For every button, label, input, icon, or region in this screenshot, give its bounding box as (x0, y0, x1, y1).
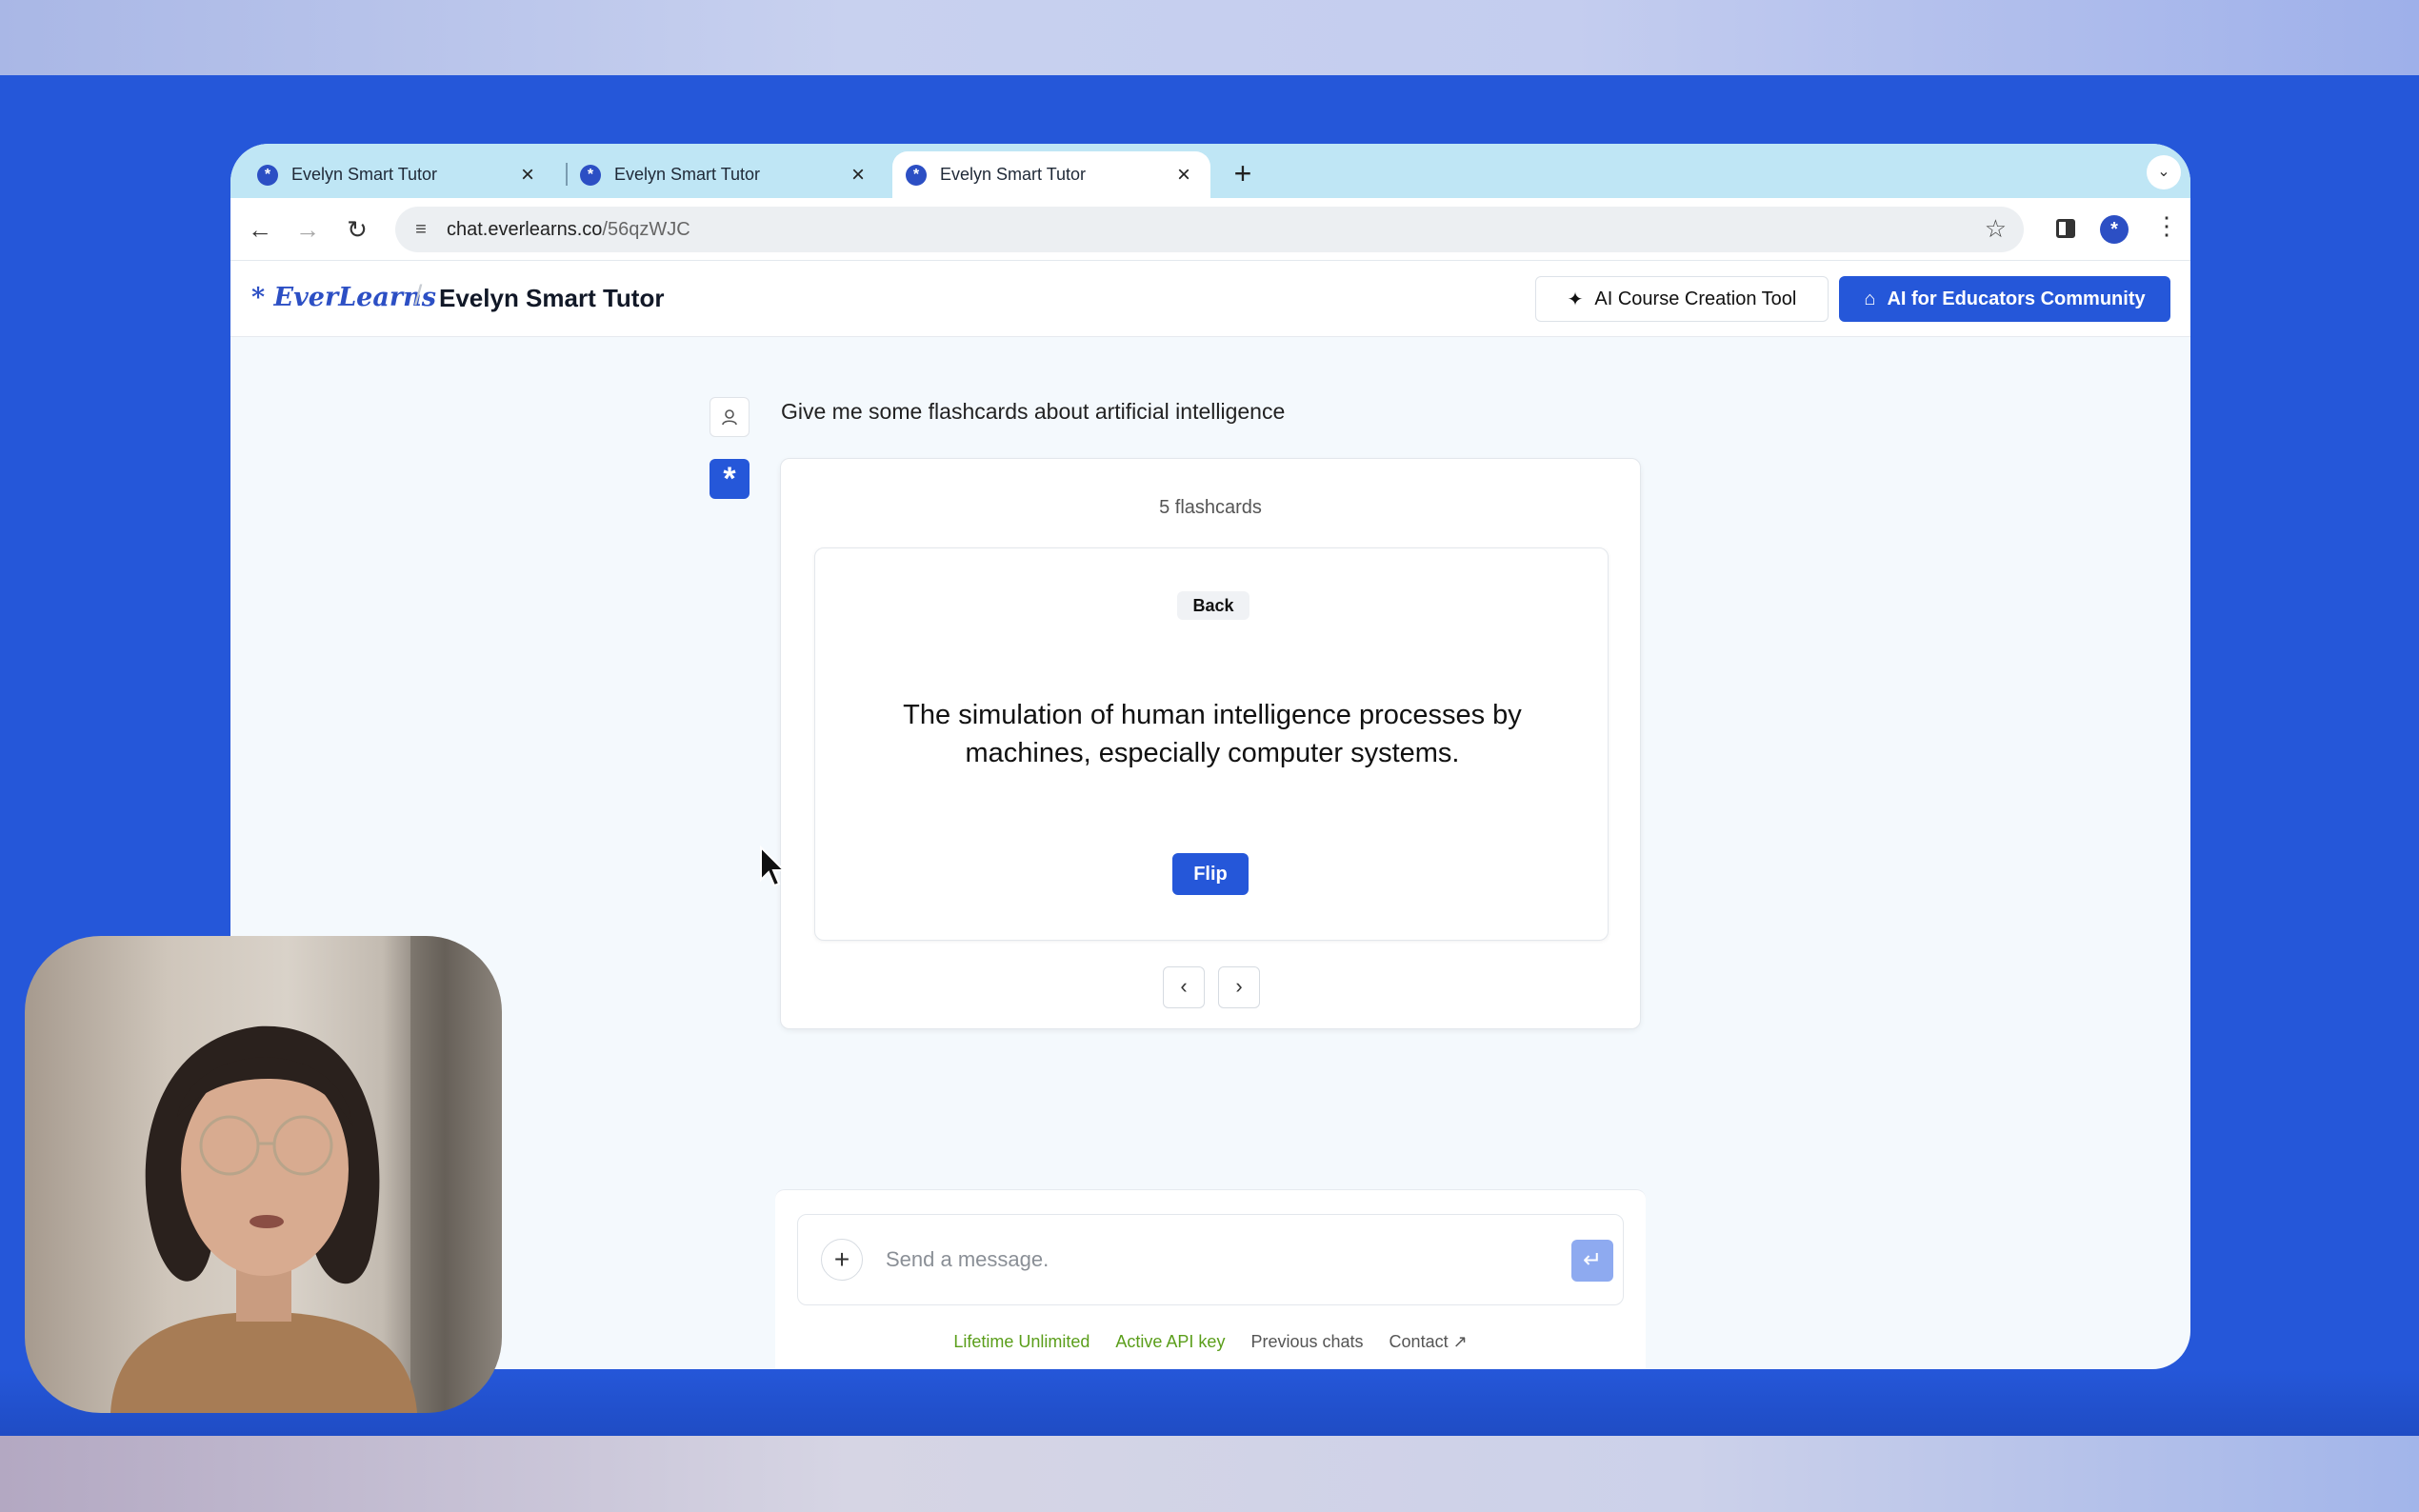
presenter-video-image (110, 936, 502, 1413)
browser-window: * Evelyn Smart Tutor × * Evelyn Smart Tu… (230, 144, 2190, 1369)
composer-box: + ↵ (797, 1214, 1624, 1305)
previous-chats-link[interactable]: Previous chats (1250, 1332, 1363, 1351)
magic-wand-icon: ✦ (1567, 288, 1584, 310)
flashcard-side-badge: Back (1177, 591, 1249, 620)
button-label: AI for Educators Community (1887, 288, 2146, 309)
flip-button[interactable]: Flip (1172, 853, 1249, 895)
user-avatar (710, 397, 750, 437)
button-label: AI Course Creation Tool (1594, 288, 1797, 309)
assistant-avatar-icon: * (710, 459, 750, 499)
tab-search-chevron-icon[interactable]: ⌄ (2147, 155, 2181, 189)
next-card-chevron-right-icon[interactable]: › (1218, 966, 1260, 1008)
mouse-pointer-icon (760, 846, 787, 887)
webcam-overlay (25, 936, 502, 1413)
everlearns-favicon-icon: * (580, 164, 601, 186)
forward-arrow-icon[interactable]: → (290, 211, 326, 248)
message-composer: + ↵ Lifetime Unlimited Active API key Pr… (775, 1189, 1646, 1369)
new-tab-button[interactable]: + (1226, 156, 1260, 190)
close-tab-icon[interactable]: × (1172, 163, 1195, 187)
browser-toolbar: ← → ↻ ≡ chat.everlearns.co/56qzWJC ☆ * ⋮ (230, 198, 2190, 261)
flashcard[interactable]: Back The simulation of human intelligenc… (814, 547, 1609, 941)
home-icon: ⌂ (1864, 288, 1876, 309)
tab-strip: * Evelyn Smart Tutor × * Evelyn Smart Tu… (230, 144, 2190, 198)
browser-tab-1[interactable]: * Evelyn Smart Tutor × (230, 151, 554, 198)
tab-title: Evelyn Smart Tutor (614, 165, 761, 184)
contact-link[interactable]: Contact ↗ (1389, 1332, 1468, 1351)
bookmark-star-icon[interactable]: ☆ (1985, 214, 2007, 244)
side-panel-icon[interactable] (2056, 219, 2075, 238)
flashcards-panel: 5 flashcards Back The simulation of huma… (780, 458, 1641, 1029)
tab-title: Evelyn Smart Tutor (940, 165, 1087, 184)
page-title: Evelyn Smart Tutor (439, 284, 665, 312)
message-input[interactable] (886, 1238, 1533, 1282)
ai-educators-community-button[interactable]: ⌂ AI for Educators Community (1839, 276, 2170, 322)
everlearns-favicon-icon: * (257, 164, 278, 186)
flashcard-text: The simulation of human intelligence pro… (903, 700, 1522, 768)
background-band-top (0, 0, 2419, 75)
everlearns-favicon-icon: * (906, 164, 927, 186)
browser-tab-3[interactable]: * Evelyn Smart Tutor × (892, 151, 1210, 198)
browser-tab-2[interactable]: * Evelyn Smart Tutor × (567, 151, 885, 198)
ai-course-creation-tool-button[interactable]: ✦ AI Course Creation Tool (1535, 276, 1829, 322)
background-band-bottom (0, 1436, 2419, 1512)
reload-icon[interactable]: ↻ (339, 211, 375, 248)
app-header: * EverLearns / Evelyn Smart Tutor ✦ AI C… (230, 261, 2190, 337)
send-enter-icon[interactable]: ↵ (1571, 1240, 1613, 1282)
url-text: chat.everlearns.co/56qzWJC (447, 218, 690, 240)
site-settings-icon[interactable]: ≡ (409, 219, 433, 241)
user-icon (722, 409, 737, 426)
breadcrumb-separator: / (414, 280, 423, 311)
profile-avatar-icon[interactable]: * (2100, 215, 2129, 244)
active-api-key-link[interactable]: Active API key (1115, 1332, 1225, 1351)
attach-plus-icon[interactable]: + (821, 1239, 863, 1281)
browser-menu-icon[interactable]: ⋮ (2154, 211, 2179, 241)
footer-links: Lifetime Unlimited Active API key Previo… (775, 1332, 1646, 1352)
user-message: Give me some flashcards about artificial… (781, 399, 1286, 424)
close-tab-icon[interactable]: × (847, 163, 870, 187)
close-tab-icon[interactable]: × (516, 163, 539, 187)
flashcard-count: 5 flashcards (1159, 497, 1262, 518)
lifetime-unlimited-link[interactable]: Lifetime Unlimited (953, 1332, 1090, 1351)
tab-title: Evelyn Smart Tutor (291, 165, 438, 184)
back-arrow-icon[interactable]: ← (242, 211, 278, 248)
previous-card-chevron-left-icon[interactable]: ‹ (1163, 966, 1205, 1008)
everlearns-logo[interactable]: * EverLearns (251, 283, 436, 312)
address-bar[interactable]: ≡ chat.everlearns.co/56qzWJC ☆ (395, 207, 2024, 252)
